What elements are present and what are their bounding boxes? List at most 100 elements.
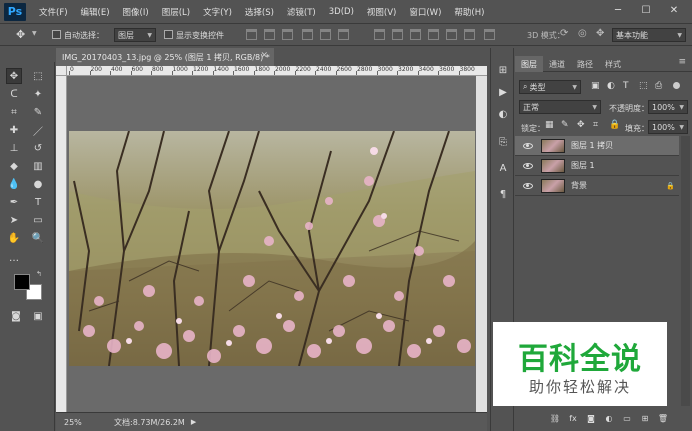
path-selection-tool-icon[interactable]: ➤: [6, 212, 22, 228]
zoom-level[interactable]: 25%: [64, 418, 104, 427]
align-top-icon[interactable]: [246, 29, 257, 40]
dodge-tool-icon[interactable]: ●: [30, 176, 46, 192]
hand-tool-icon[interactable]: ✋: [6, 230, 22, 246]
layer-row[interactable]: 背景 🔒: [515, 176, 679, 196]
new-layer-icon[interactable]: ⊞: [639, 412, 651, 424]
distribute-vcenter-icon[interactable]: [392, 29, 403, 40]
lock-transparent-icon[interactable]: ▦: [545, 120, 554, 130]
swap-colors-icon[interactable]: ↰: [36, 270, 42, 278]
document-tab[interactable]: IMG_20170403_13.jpg @ 25% (图层 1 拷贝, RGB/…: [56, 48, 274, 66]
menu-help[interactable]: 帮助(H): [454, 6, 484, 18]
gradient-tool-icon[interactable]: ▥: [30, 158, 46, 174]
crop-tool-icon[interactable]: ⌗: [6, 104, 22, 120]
auto-select-dropdown[interactable]: 图层 ▼: [114, 28, 156, 42]
marquee-tool-icon[interactable]: ⬚: [30, 68, 46, 84]
align-vcenter-icon[interactable]: [264, 29, 275, 40]
distribute-bottom-icon[interactable]: [410, 29, 421, 40]
blur-tool-icon[interactable]: 💧: [6, 176, 22, 192]
eraser-tool-icon[interactable]: ◆: [6, 158, 22, 174]
align-bottom-icon[interactable]: [282, 29, 293, 40]
ruler-origin[interactable]: [56, 66, 67, 76]
eye-icon[interactable]: [523, 142, 533, 149]
lock-all-icon[interactable]: 🔒: [609, 120, 620, 130]
status-arrow-icon[interactable]: ▶: [191, 418, 196, 426]
actions-panel-icon[interactable]: ▶: [495, 84, 511, 100]
delete-layer-icon[interactable]: 🗑: [657, 412, 669, 424]
filter-smart-object-icon[interactable]: ⎙: [655, 81, 662, 91]
menu-type[interactable]: 文字(Y): [203, 6, 232, 18]
layer-row[interactable]: 图层 1: [515, 156, 679, 176]
layer-filter-dropdown[interactable]: ⌕ 类型 ▼: [519, 80, 581, 94]
filter-pixel-icon[interactable]: ▣: [591, 81, 600, 91]
show-transform-checkbox[interactable]: [164, 30, 173, 39]
vertical-scrollbar[interactable]: [476, 76, 487, 412]
close-tab-icon[interactable]: ✕: [260, 51, 268, 61]
menu-file[interactable]: 文件(F): [39, 6, 68, 18]
distribute-left-icon[interactable]: [428, 29, 439, 40]
adjustment-layer-icon[interactable]: ◐: [603, 412, 615, 424]
tab-paths[interactable]: 路径: [571, 56, 599, 72]
distribute-hcenter-icon[interactable]: [446, 29, 457, 40]
lock-position-icon[interactable]: ✥: [577, 120, 585, 130]
clone-stamp-tool-icon[interactable]: ⊥: [6, 140, 22, 156]
eye-icon[interactable]: [523, 162, 533, 169]
character-style-icon[interactable]: A: [495, 160, 511, 176]
align-right-icon[interactable]: [338, 29, 349, 40]
link-layers-icon[interactable]: ⛓: [549, 412, 561, 424]
shape-tool-icon[interactable]: ▭: [30, 212, 46, 228]
menu-window[interactable]: 窗口(W): [409, 6, 441, 18]
vertical-ruler[interactable]: [56, 76, 67, 412]
close-icon[interactable]: ✕: [660, 0, 688, 20]
minimize-icon[interactable]: ─: [604, 0, 632, 20]
zoom-tool-icon[interactable]: 🔍: [30, 230, 46, 246]
tab-layers[interactable]: 图层: [515, 56, 543, 72]
history-panel-icon[interactable]: ⊞: [495, 62, 511, 78]
align-left-icon[interactable]: [302, 29, 313, 40]
filter-toggle-icon[interactable]: [673, 82, 680, 89]
fill-input[interactable]: 100% ▼: [648, 120, 688, 134]
paragraph-panel-icon[interactable]: ¶: [495, 186, 511, 202]
healing-brush-tool-icon[interactable]: ✚: [6, 122, 22, 138]
3d-rotate-icon[interactable]: ⟳: [560, 28, 568, 39]
auto-align-icon[interactable]: [484, 29, 495, 40]
lock-pixels-icon[interactable]: ✎: [561, 120, 569, 130]
tab-styles[interactable]: 样式: [599, 56, 627, 72]
fx-icon[interactable]: fx: [567, 412, 579, 424]
opacity-input[interactable]: 100% ▼: [648, 100, 688, 114]
align-hcenter-icon[interactable]: [320, 29, 331, 40]
menu-view[interactable]: 视图(V): [367, 6, 396, 18]
menu-layer[interactable]: 图层(L): [162, 6, 190, 18]
distribute-right-icon[interactable]: [464, 29, 475, 40]
menu-filter[interactable]: 滤镜(T): [287, 6, 316, 18]
screen-mode-icon[interactable]: ▣: [30, 308, 46, 324]
lock-artboard-icon[interactable]: ⌗: [593, 120, 598, 130]
menu-select[interactable]: 选择(S): [245, 6, 274, 18]
layer-row[interactable]: 图层 1 拷贝: [515, 136, 679, 156]
new-group-icon[interactable]: ▭: [621, 412, 633, 424]
filter-shape-icon[interactable]: ⬚: [639, 81, 648, 91]
move-tool-icon[interactable]: ✥: [6, 68, 22, 84]
maximize-icon[interactable]: ☐: [632, 0, 660, 20]
filter-adjustment-icon[interactable]: ◐: [607, 81, 615, 91]
brush-tool-icon[interactable]: ／: [30, 122, 46, 138]
filter-type-icon[interactable]: T: [623, 81, 629, 91]
document-image[interactable]: [69, 131, 475, 366]
chevron-down-icon[interactable]: ▼: [32, 30, 37, 37]
pen-tool-icon[interactable]: ✒: [6, 194, 22, 210]
3d-roll-icon[interactable]: ◎: [578, 28, 587, 39]
canvas-area[interactable]: [67, 76, 487, 412]
eye-icon[interactable]: [523, 182, 533, 189]
type-tool-icon[interactable]: T: [30, 194, 46, 210]
menu-image[interactable]: 图像(I): [123, 6, 149, 18]
blend-mode-dropdown[interactable]: 正常 ▼: [519, 100, 601, 114]
quick-mask-icon[interactable]: ◙: [8, 308, 24, 324]
add-mask-icon[interactable]: ◙: [585, 412, 597, 424]
foreground-color-swatch[interactable]: [14, 274, 30, 290]
menu-edit[interactable]: 编辑(E): [81, 6, 110, 18]
horizontal-ruler[interactable]: 0 200 400 600 800 1000 1200 1400 1600 1800 2000 220…: [67, 66, 487, 76]
history-brush-tool-icon[interactable]: ↺: [30, 140, 46, 156]
magic-wand-tool-icon[interactable]: ✦: [30, 86, 46, 102]
more-tools-icon[interactable]: …: [6, 250, 22, 266]
tab-channels[interactable]: 通道: [543, 56, 571, 72]
distribute-top-icon[interactable]: [374, 29, 385, 40]
